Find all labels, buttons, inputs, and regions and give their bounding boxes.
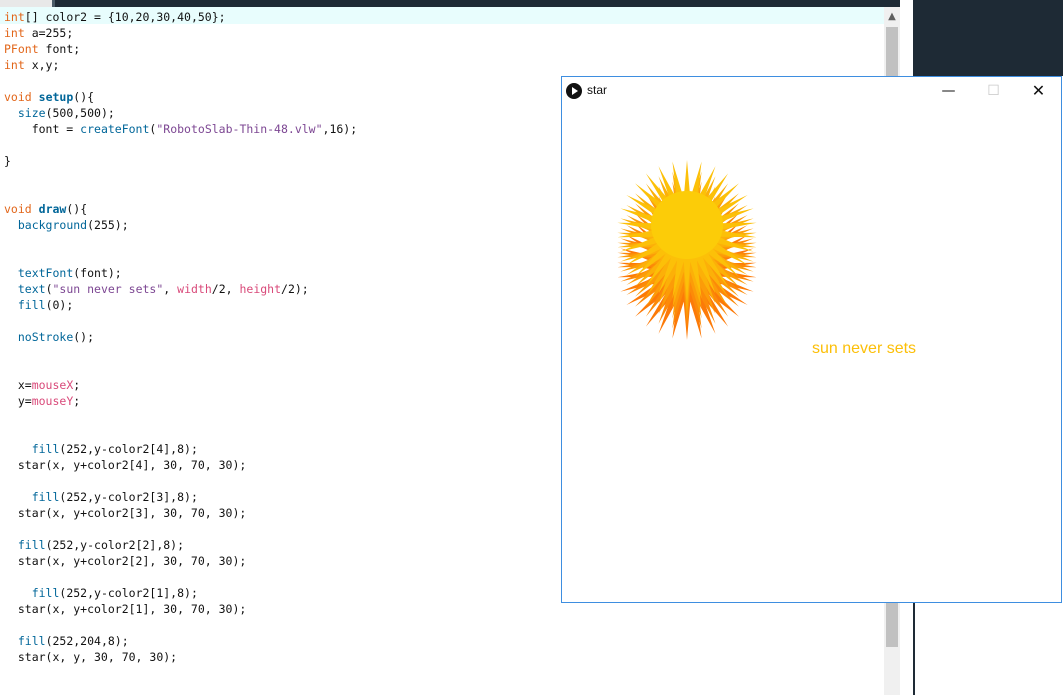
code-line: int[] color2 = {10,20,30,40,50};: [4, 10, 226, 24]
code-line: background(255);: [17, 218, 129, 232]
sketch-window[interactable]: star — ☐ ✕ sun never sets: [561, 76, 1062, 603]
code-line: fill(252,y-color2[4],8);: [31, 442, 198, 456]
minimize-button[interactable]: —: [926, 77, 971, 105]
close-button[interactable]: ✕: [1016, 77, 1061, 105]
code-line: y=mouseY;: [4, 394, 81, 408]
code-line: size(500,500);: [17, 106, 115, 120]
code-line: text("sun never sets", width/2, height/2…: [17, 282, 309, 296]
code-line: x=mouseX;: [4, 378, 81, 392]
close-icon: ✕: [1031, 81, 1046, 100]
code-line: star(x, y+color2[2], 30, 70, 30);: [4, 554, 247, 568]
window-title: star: [587, 83, 608, 97]
code-line: font = createFont("RobotoSlab-Thin-48.vl…: [4, 122, 358, 136]
play-icon: [566, 83, 582, 99]
code-line: }: [4, 154, 11, 168]
code-line: void draw(){: [4, 202, 88, 216]
maximize-button[interactable]: ☐: [971, 77, 1016, 105]
code-line: textFont(font);: [17, 266, 122, 280]
code-line: PFont font;: [4, 42, 81, 56]
canvas-text: sun never sets: [812, 340, 917, 357]
background-window-strip: [913, 0, 1063, 76]
sun-core: [651, 191, 723, 259]
code-line: void setup(){: [4, 90, 95, 104]
code-line: fill(252,y-color2[1],8);: [31, 586, 198, 600]
code-line: star(x, y+color2[3], 30, 70, 30);: [4, 506, 247, 520]
editor-tab-marker: [52, 0, 55, 7]
code-line: fill(0);: [17, 298, 74, 312]
code-line: fill(252,y-color2[3],8);: [31, 490, 198, 504]
code-line: int a=255;: [4, 26, 74, 40]
code-line: star(x, y, 30, 70, 30);: [4, 650, 178, 664]
editor-tab-strip: [0, 0, 52, 7]
code-line: star(x, y+color2[1], 30, 70, 30);: [4, 602, 247, 616]
editor-top-bar: [0, 0, 913, 7]
sketch-titlebar[interactable]: star — ☐ ✕: [562, 77, 1061, 105]
code-line: fill(252,204,8);: [17, 634, 129, 648]
code-line: int x,y;: [4, 58, 60, 72]
code-area[interactable]: int[] color2 = {10,20,30,40,50}; int a=25…: [4, 9, 357, 665]
maximize-icon: ☐: [987, 83, 1000, 99]
code-line: noStroke();: [17, 330, 95, 344]
scroll-up-arrow-icon[interactable]: ▲: [884, 9, 900, 25]
minimize-icon: —: [941, 83, 956, 99]
code-line: fill(252,y-color2[2],8);: [17, 538, 185, 552]
sketch-canvas[interactable]: sun never sets: [562, 105, 1061, 602]
code-line: star(x, y+color2[4], 30, 70, 30);: [4, 458, 247, 472]
